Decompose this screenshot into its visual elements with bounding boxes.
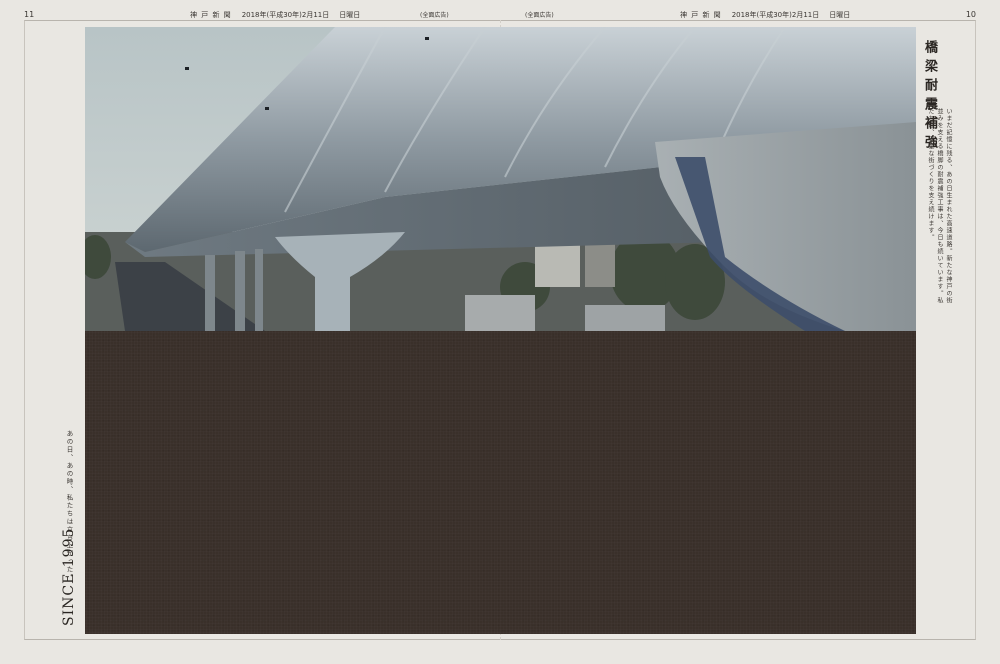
body-text: いまだ記憶に残る、あの日生まれた高速道路。新たな神戸の街並みを支える橋脚の耐震補… xyxy=(927,108,952,304)
page-number-left: 11 xyxy=(24,10,35,19)
date-right: 2018年(平成30年)2月11日 xyxy=(731,11,820,19)
masthead-left: 神 戸 新 聞 xyxy=(190,11,232,19)
weekday-left: 日曜日 xyxy=(339,11,361,19)
since-label: SINCE 1995 xyxy=(61,527,77,626)
date-left: 2018年(平成30年)2月11日 xyxy=(241,11,330,19)
header-left-group: 神 戸 新 聞 2018年(平成30年)2月11日 日曜日 xyxy=(190,10,360,20)
masthead-right: 神 戸 新 聞 xyxy=(680,11,722,19)
bridge-photo xyxy=(85,27,916,331)
header-right-group: 神 戸 新 聞 2018年(平成30年)2月11日 日曜日 xyxy=(680,10,850,20)
dark-text-panel xyxy=(85,331,916,634)
ad-tag-left: (全面広告) xyxy=(420,12,449,19)
ad-tag-right: (全面広告) xyxy=(525,12,554,19)
weekday-right: 日曜日 xyxy=(829,11,851,19)
page-number-right: 10 xyxy=(965,10,976,19)
